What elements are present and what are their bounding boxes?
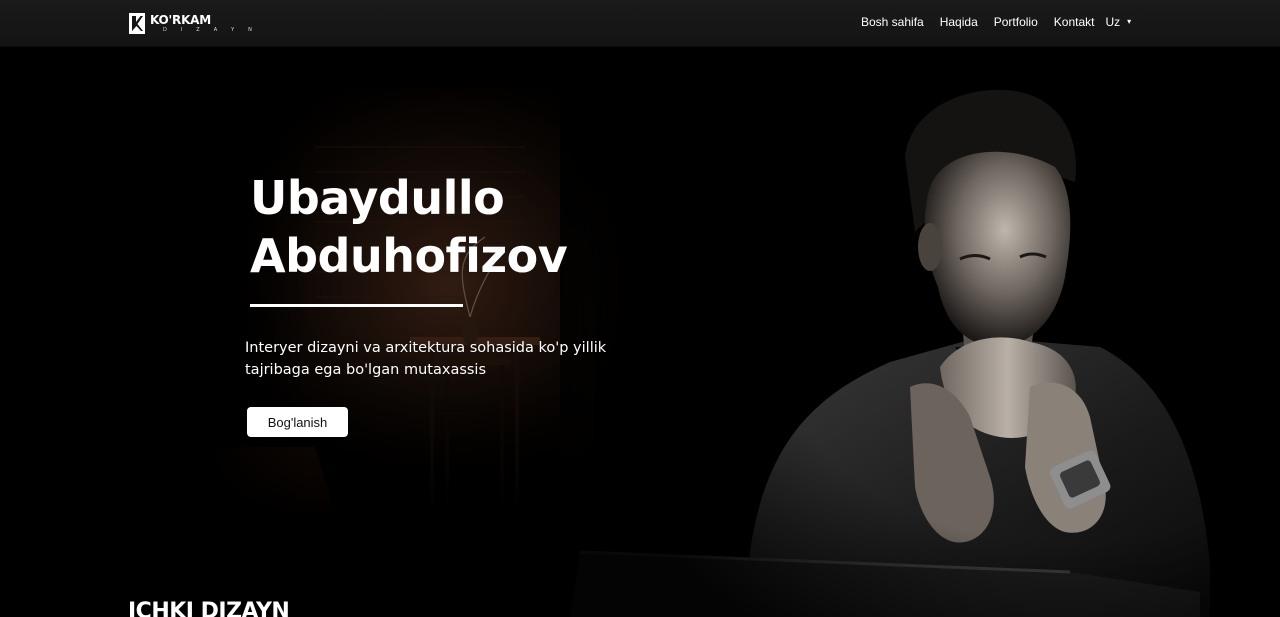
section-title: ICHKI DIZAYN xyxy=(128,599,290,617)
hero-description: Interyer dizayni va arxitektura sohasida… xyxy=(245,340,607,378)
chevron-down-icon: ▾ xyxy=(1127,16,1132,26)
language-label: Uz xyxy=(1105,15,1121,29)
brand-text: KO'RKAM D I Z A Y N xyxy=(150,14,258,33)
main-nav: Bosh sahifa Haqida Portfolio Kontakt Uz … xyxy=(861,15,1131,29)
language-selector[interactable]: Uz ▾ xyxy=(1105,15,1131,29)
hero-divider xyxy=(250,304,463,307)
nav-item-portfolio[interactable]: Portfolio xyxy=(994,15,1038,29)
portrait-image xyxy=(560,47,1280,617)
hero-title: Ubaydullo Abduhofizov xyxy=(250,169,670,285)
nav-item-about[interactable]: Haqida xyxy=(940,15,978,29)
page: KO'RKAM D I Z A Y N Bosh sahifa Haqida P… xyxy=(0,0,1280,617)
nav-item-contact[interactable]: Kontakt xyxy=(1054,15,1095,29)
hero-name-first: Ubaydullo xyxy=(250,171,505,225)
hero-name-last: Abduhofizov xyxy=(250,229,568,283)
brand-logo[interactable]: KO'RKAM D I Z A Y N xyxy=(128,12,258,35)
brand-name: KO'RKAM xyxy=(150,13,212,27)
nav-item-home[interactable]: Bosh sahifa xyxy=(861,15,924,29)
hero-section: Ubaydullo Abduhofizov Interyer dizayni v… xyxy=(0,47,1280,617)
contact-button[interactable]: Bog'lanish xyxy=(247,407,348,437)
navbar: KO'RKAM D I Z A Y N Bosh sahifa Haqida P… xyxy=(0,0,1280,47)
brand-subtitle: D I Z A Y N xyxy=(163,27,259,33)
k-logo-icon xyxy=(129,13,145,34)
